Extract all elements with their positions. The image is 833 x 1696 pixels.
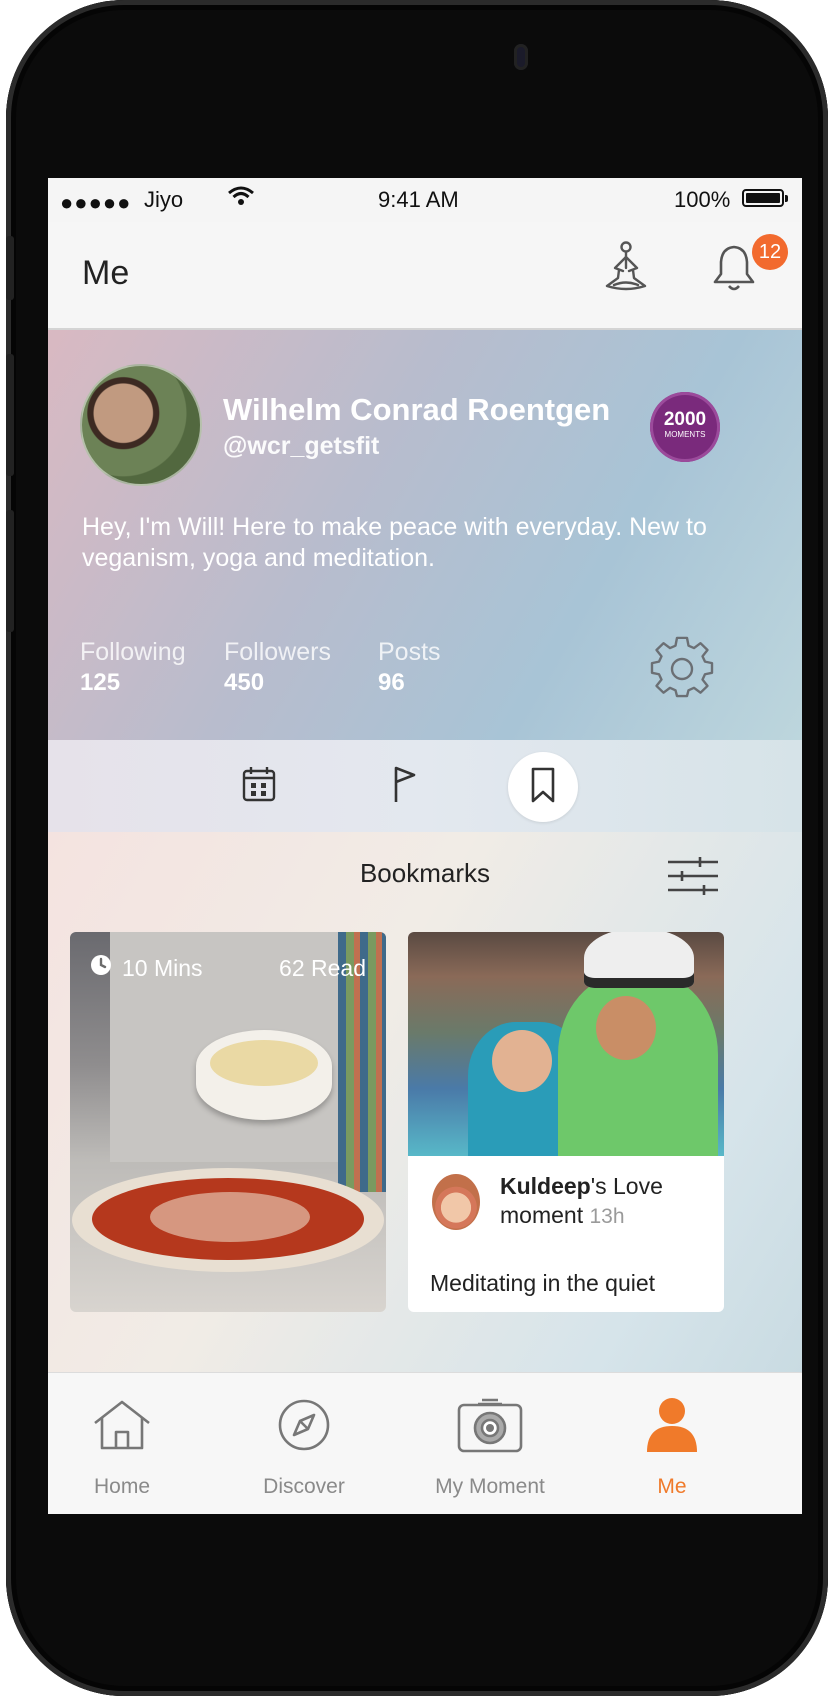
status-bar: ●●●●● Jiyo 9:41 AM 100% xyxy=(48,178,802,222)
tab-me[interactable]: Me xyxy=(602,1391,742,1499)
stat-posts[interactable]: Posts 96 xyxy=(378,638,441,697)
battery-percent: 100% xyxy=(674,187,731,212)
settings-gear-icon[interactable] xyxy=(650,636,714,705)
flag-icon xyxy=(390,764,420,809)
photo-headdress xyxy=(584,932,694,988)
bookmarks-section: Bookmarks 10 Mins 62 Read Kuldeep's Love… xyxy=(48,832,802,1372)
volume-down-button xyxy=(6,510,14,632)
bookmark-icon xyxy=(529,766,557,809)
profile-bio: Hey, I'm Will! Here to make peace with e… xyxy=(82,513,707,572)
stat-value: 450 xyxy=(224,669,265,696)
photo-cheese xyxy=(150,1192,310,1242)
stat-value: 125 xyxy=(80,669,121,696)
avatar[interactable] xyxy=(432,1174,480,1230)
notification-badge[interactable]: 12 xyxy=(752,234,788,270)
tab-bookmarks[interactable] xyxy=(508,752,578,822)
phone-frame: ●●●●● Jiyo 9:41 AM 100% Me 12 Wilhelm Co… xyxy=(6,0,828,1696)
moment-snippet: Meditating in the quiet xyxy=(430,1270,656,1296)
card-duration: 10 Mins xyxy=(122,954,203,981)
tab-label: My Moment xyxy=(435,1475,545,1498)
moment-author[interactable]: Kuldeep xyxy=(500,1173,591,1199)
profile-handle: @wcr_getsfit xyxy=(223,432,380,460)
card-meta: 10 Mins 62 Read xyxy=(90,954,366,982)
card-reads: 62 Read xyxy=(279,954,366,981)
page-title: Me xyxy=(82,254,130,292)
app-screen: ●●●●● Jiyo 9:41 AM 100% Me 12 Wilhelm Co… xyxy=(48,178,802,1514)
tab-label: Home xyxy=(93,1475,151,1498)
battery-icon xyxy=(742,189,788,207)
photo-bowl xyxy=(196,1030,332,1120)
stat-value: 96 xyxy=(378,669,405,696)
tab-discover[interactable]: Discover xyxy=(234,1391,374,1499)
meditation-icon[interactable] xyxy=(604,240,648,299)
stat-following[interactable]: Following 125 xyxy=(80,638,186,697)
home-icon xyxy=(92,1399,152,1456)
photo-face-right xyxy=(596,996,656,1060)
stat-label: Following xyxy=(80,638,186,666)
tab-home[interactable]: Home xyxy=(52,1391,192,1499)
moments-badge-number: 2000 xyxy=(663,409,707,430)
avatar[interactable] xyxy=(80,364,202,486)
tab-label: Discover xyxy=(263,1475,345,1498)
clock-icon xyxy=(90,954,112,982)
moment-author-line: Kuldeep's Love moment 13h xyxy=(500,1172,710,1231)
moments-badge[interactable]: 2000 MOMENTS xyxy=(650,392,720,462)
photo-face-left xyxy=(492,1030,552,1092)
signal-strength: ●●●●● xyxy=(60,190,132,215)
tab-label: Me xyxy=(657,1475,687,1498)
camera-icon xyxy=(456,1396,524,1459)
wifi-icon xyxy=(226,184,256,216)
bookmark-card-recipe[interactable]: 10 Mins 62 Read xyxy=(70,932,386,1312)
moments-badge-label: MOMENTS xyxy=(664,430,706,439)
profile-tabs xyxy=(48,740,802,832)
tab-my-moment[interactable]: My Moment xyxy=(420,1391,560,1499)
carrier-name: Jiyo xyxy=(144,187,184,212)
clock: 9:41 AM xyxy=(378,187,459,212)
notifications-bell-icon[interactable] xyxy=(712,242,756,297)
tab-flag[interactable] xyxy=(370,740,440,832)
mute-switch xyxy=(6,236,14,300)
moment-age: 13h xyxy=(589,1205,625,1228)
profile-name: Wilhelm Conrad Roentgen xyxy=(223,392,611,427)
filter-sliders-icon[interactable] xyxy=(666,854,720,903)
stat-label: Followers xyxy=(224,638,331,666)
profile-card: Wilhelm Conrad Roentgen @wcr_getsfit 200… xyxy=(48,330,802,740)
person-icon xyxy=(645,1396,699,1459)
bottom-tab-bar: Home Discover My Moment Me xyxy=(48,1372,802,1514)
tab-calendar[interactable] xyxy=(224,740,294,832)
volume-up-button xyxy=(6,354,14,476)
calendar-icon xyxy=(241,765,277,808)
stat-label: Posts xyxy=(378,638,441,666)
front-camera xyxy=(514,44,528,70)
nav-header: Me 12 xyxy=(48,222,802,330)
bookmark-card-moment[interactable]: Kuldeep's Love moment 13h Meditating in … xyxy=(408,932,724,1312)
stat-followers[interactable]: Followers 450 xyxy=(224,638,331,697)
compass-icon xyxy=(276,1397,332,1458)
